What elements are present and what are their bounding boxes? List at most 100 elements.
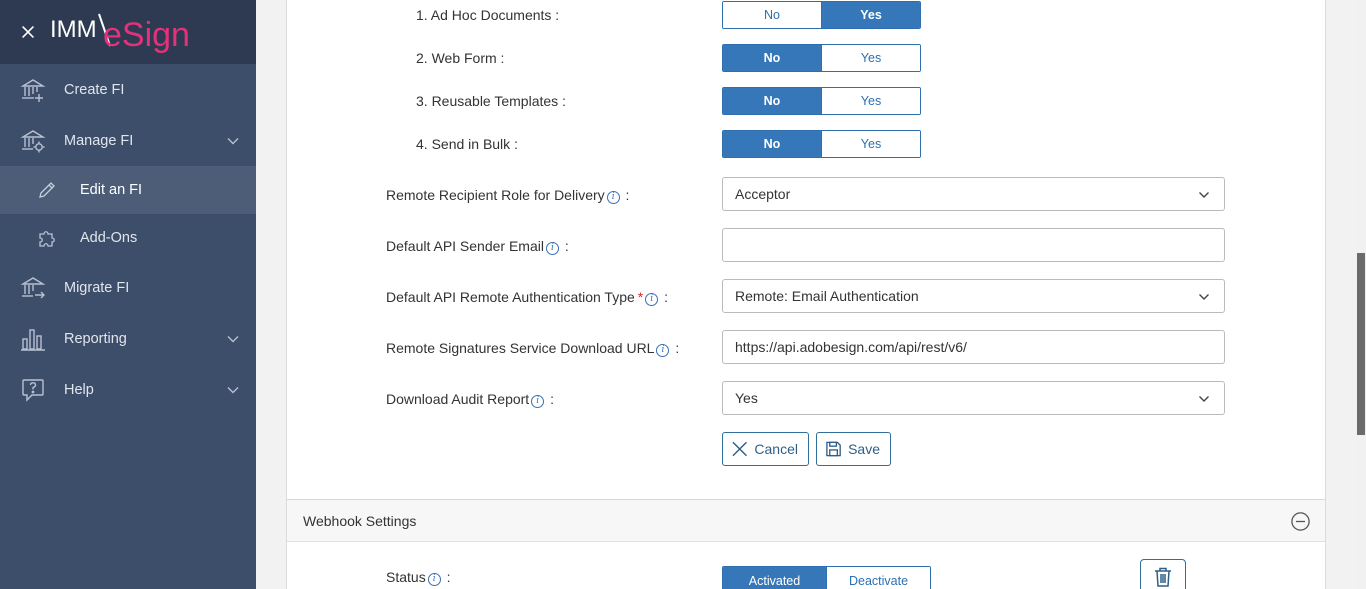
- info-icon[interactable]: i: [656, 344, 670, 357]
- feature-label-web-form: 2. Web Form :: [416, 50, 505, 66]
- toggle-send-in-bulk: No Yes: [722, 130, 921, 158]
- sidebar-item-migrate-fi[interactable]: Migrate FI: [0, 262, 256, 313]
- label-colon: :: [564, 238, 569, 254]
- sidebar-item-label: Reporting: [64, 330, 127, 347]
- sidebar-item-help[interactable]: Help: [0, 364, 256, 415]
- scrollbar-thumb[interactable]: [1357, 253, 1365, 435]
- sidebar: IMM eSign Create FI Manage FI Edit an FI…: [0, 0, 256, 589]
- feature-label-send-in-bulk: 4. Send in Bulk :: [416, 136, 518, 152]
- auth-type-label-text: Default API Remote Authentication Type: [386, 289, 635, 305]
- webhook-status-label: Status i :: [386, 569, 450, 586]
- remote-role-label: Remote Recipient Role for Delivery i :: [386, 187, 629, 204]
- sidebar-item-create-fi[interactable]: Create FI: [0, 64, 256, 115]
- bank-gear-icon: [20, 128, 46, 154]
- main-content: 1. Ad Hoc Documents : No Yes 2. Web Form…: [256, 0, 1356, 589]
- remote-role-select[interactable]: Acceptor: [722, 177, 1225, 211]
- label-colon: :: [446, 569, 451, 585]
- webhook-status-label-text: Status: [386, 569, 426, 585]
- save-button[interactable]: Save: [816, 432, 891, 466]
- bank-plus-icon: [20, 77, 46, 103]
- deactivate-button[interactable]: Deactivate: [826, 567, 930, 589]
- brand-name-part1: IMM: [50, 16, 97, 43]
- help-bubble-icon: [20, 377, 46, 403]
- chevron-down-icon: [1198, 291, 1210, 303]
- activated-button[interactable]: Activated: [723, 567, 826, 589]
- toggle-no-button[interactable]: No: [723, 88, 821, 114]
- puzzle-icon: [37, 228, 57, 248]
- chevron-down-icon: [1198, 189, 1210, 201]
- download-url-label-text: Remote Signatures Service Download URL: [386, 340, 655, 356]
- bank-arrow-icon: [20, 275, 46, 301]
- cancel-button[interactable]: Cancel: [722, 432, 809, 466]
- feature-label-reusable-templates: 3. Reusable Templates :: [416, 93, 566, 109]
- save-label: Save: [848, 441, 880, 457]
- sidebar-header: IMM eSign: [0, 0, 256, 64]
- remote-role-label-text: Remote Recipient Role for Delivery: [386, 187, 605, 203]
- sidebar-item-manage-fi[interactable]: Manage FI: [0, 115, 256, 166]
- brand-name-part2: eSign: [103, 16, 190, 54]
- audit-report-label: Download Audit Report i :: [386, 391, 554, 408]
- sender-email-label-text: Default API Sender Email: [386, 238, 544, 254]
- chevron-down-icon[interactable]: [226, 332, 240, 346]
- toggle-no-button[interactable]: No: [723, 2, 821, 28]
- sidebar-item-add-ons[interactable]: Add-Ons: [0, 214, 256, 262]
- info-icon[interactable]: i: [645, 293, 659, 306]
- sidebar-item-label: Manage FI: [64, 132, 134, 149]
- sidebar-item-label: Migrate FI: [64, 279, 130, 296]
- toggle-reusable-templates: No Yes: [722, 87, 921, 115]
- cancel-label: Cancel: [754, 441, 798, 457]
- brand-logo: IMM eSign: [50, 12, 210, 54]
- auth-type-select[interactable]: Remote: Email Authentication: [722, 279, 1225, 313]
- required-marker: *: [637, 289, 644, 305]
- sender-email-label: Default API Sender Email i :: [386, 238, 569, 255]
- trash-icon: [1155, 567, 1171, 587]
- audit-report-label-text: Download Audit Report: [386, 391, 530, 407]
- sender-email-input[interactable]: [722, 228, 1225, 262]
- close-icon[interactable]: [18, 22, 38, 42]
- feature-label-ad-hoc: 1. Ad Hoc Documents :: [416, 7, 560, 23]
- close-icon: [732, 441, 747, 457]
- download-url-value: https://api.adobesign.com/api/rest/v6/: [735, 339, 967, 355]
- auth-type-label: Default API Remote Authentication Type * i…: [386, 289, 668, 306]
- sidebar-item-label: Add-Ons: [80, 230, 138, 246]
- label-colon: :: [625, 187, 630, 203]
- toggle-no-button[interactable]: No: [723, 131, 821, 157]
- settings-card: 1. Ad Hoc Documents : No Yes 2. Web Form…: [286, 0, 1326, 589]
- toggle-yes-button[interactable]: Yes: [821, 45, 920, 71]
- toggle-yes-button[interactable]: Yes: [821, 131, 920, 157]
- sidebar-item-label: Edit an FI: [80, 182, 143, 198]
- chevron-down-icon[interactable]: [226, 383, 240, 397]
- label-colon: :: [675, 340, 680, 356]
- download-url-input[interactable]: https://api.adobesign.com/api/rest/v6/: [722, 330, 1225, 364]
- info-icon[interactable]: i: [531, 395, 545, 408]
- auth-type-value: Remote: Email Authentication: [735, 288, 919, 304]
- bar-chart-icon: [20, 326, 46, 352]
- webhook-settings-title: Webhook Settings: [303, 513, 417, 529]
- toggle-yes-button[interactable]: Yes: [821, 88, 920, 114]
- sidebar-item-label: Help: [64, 381, 94, 398]
- info-icon[interactable]: i: [545, 242, 559, 255]
- toggle-ad-hoc-documents: No Yes: [722, 1, 921, 29]
- download-url-label: Remote Signatures Service Download URL i …: [386, 340, 679, 357]
- webhook-settings-header[interactable]: Webhook Settings: [287, 499, 1325, 542]
- sidebar-item-label: Create FI: [64, 81, 125, 98]
- sidebar-item-edit-fi[interactable]: Edit an FI: [0, 166, 256, 214]
- sidebar-item-reporting[interactable]: Reporting: [0, 313, 256, 364]
- toggle-no-button[interactable]: No: [723, 45, 821, 71]
- floppy-disk-icon: [826, 441, 841, 457]
- webhook-status-toggle: Activated Deactivate: [722, 566, 931, 589]
- toggle-yes-button[interactable]: Yes: [821, 2, 920, 28]
- info-icon[interactable]: i: [427, 573, 441, 586]
- remote-role-value: Acceptor: [735, 186, 791, 202]
- pencil-icon: [37, 180, 57, 200]
- chevron-down-icon[interactable]: [226, 134, 240, 148]
- audit-report-select[interactable]: Yes: [722, 381, 1225, 415]
- label-colon: :: [664, 289, 669, 305]
- page-scrollbar[interactable]: [1356, 0, 1366, 589]
- info-icon[interactable]: i: [606, 191, 620, 204]
- delete-button[interactable]: [1140, 559, 1186, 589]
- audit-report-value: Yes: [735, 390, 758, 406]
- chevron-down-icon: [1198, 393, 1210, 405]
- collapse-minus-icon[interactable]: [1291, 512, 1310, 531]
- label-colon: :: [550, 391, 554, 407]
